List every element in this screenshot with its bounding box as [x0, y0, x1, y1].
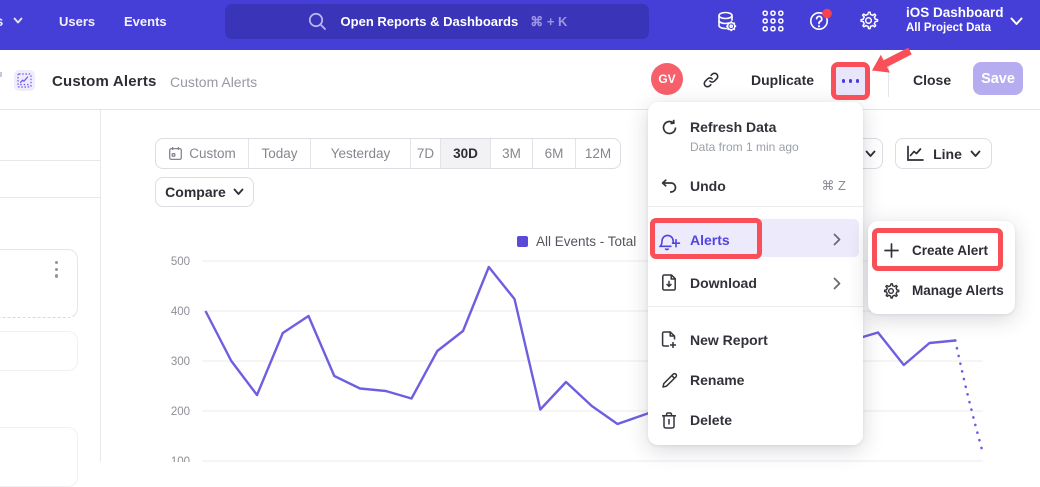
svg-text:200: 200	[171, 406, 190, 418]
svg-text:300: 300	[171, 356, 190, 368]
svg-text:All Events - Total: All Events - Total	[536, 234, 636, 249]
svg-text:400: 400	[171, 306, 190, 318]
svg-text:500: 500	[171, 256, 190, 268]
svg-text:100: 100	[171, 456, 190, 462]
